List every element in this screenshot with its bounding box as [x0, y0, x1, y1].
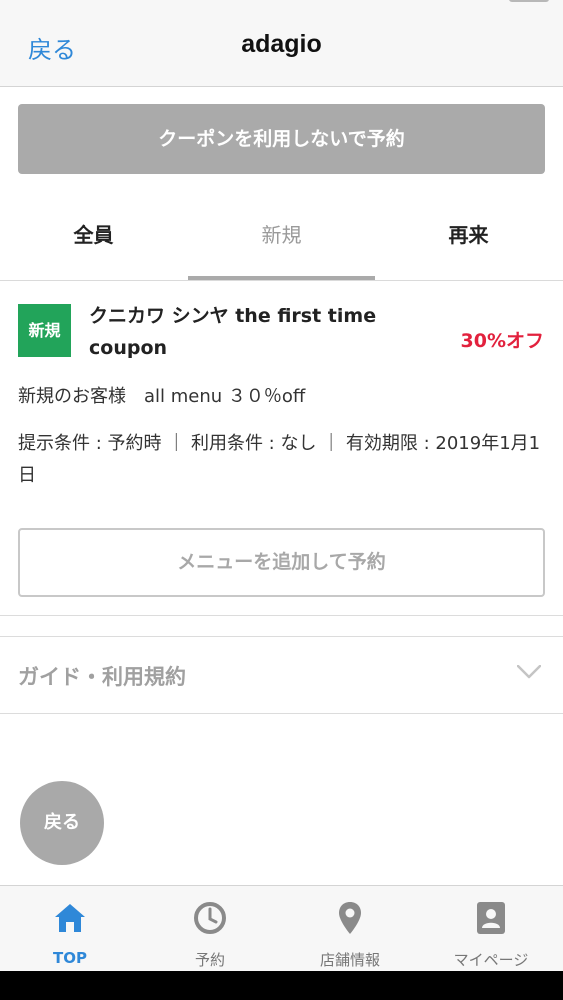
tabbar-label-store-info: 店舗情報 [319, 951, 380, 969]
profile-card-icon [477, 902, 505, 934]
coupon-title: クニカワ シンヤ the first time coupon [89, 305, 377, 359]
guide-terms-label: ガイド・利用規約 [18, 665, 186, 689]
tab-all[interactable]: 全員 [0, 192, 187, 281]
battery-icon [509, 0, 549, 2]
bottom-tab-bar: TOP 予約 店舗情報 マイページ [0, 885, 563, 971]
section-divider [0, 615, 563, 616]
tabbar-item-store-info[interactable]: 店舗情報 [280, 886, 420, 972]
coupon-conditions: 提示条件 : 予約時 ｜ 利用条件 : なし ｜ 有効期限 : 2019年1月1… [18, 433, 541, 486]
tabbar-item-top[interactable]: TOP [0, 886, 140, 972]
map-pin-icon [339, 902, 361, 934]
tabbar-label-top: TOP [53, 949, 87, 967]
tabbar-item-mypage[interactable]: マイページ [421, 886, 561, 972]
tab-new[interactable]: 新規 [188, 192, 375, 281]
tabbar-label-reservation: 予約 [194, 951, 225, 969]
tabbar-label-mypage: マイページ [453, 951, 529, 969]
coupon-tabs: 全員 新規 再来 [0, 192, 563, 281]
new-customer-badge: 新規 [18, 304, 71, 357]
tab-returning[interactable]: 再来 [375, 192, 562, 281]
coupon-discount: 30%オフ [460, 330, 544, 352]
clock-icon [194, 902, 226, 934]
page-title: adagio [241, 30, 322, 58]
reserve-without-coupon-button[interactable]: クーポンを利用しないで予約 [18, 104, 545, 174]
floating-back-button[interactable]: 戻る [20, 781, 104, 865]
home-icon [55, 904, 85, 932]
coupon-description: 新規のお客様 all menu ３０％off [18, 386, 306, 407]
tabbar-item-reservation[interactable]: 予約 [140, 886, 280, 972]
active-tab-indicator [188, 276, 375, 280]
add-menu-and-reserve-button[interactable]: メニューを追加して予約 [18, 528, 545, 597]
navigation-bar: 戻る adagio [0, 0, 563, 87]
home-indicator-area [0, 971, 563, 1000]
guide-terms-accordion[interactable]: ガイド・利用規約 [0, 636, 563, 714]
chevron-down-icon [517, 665, 541, 679]
